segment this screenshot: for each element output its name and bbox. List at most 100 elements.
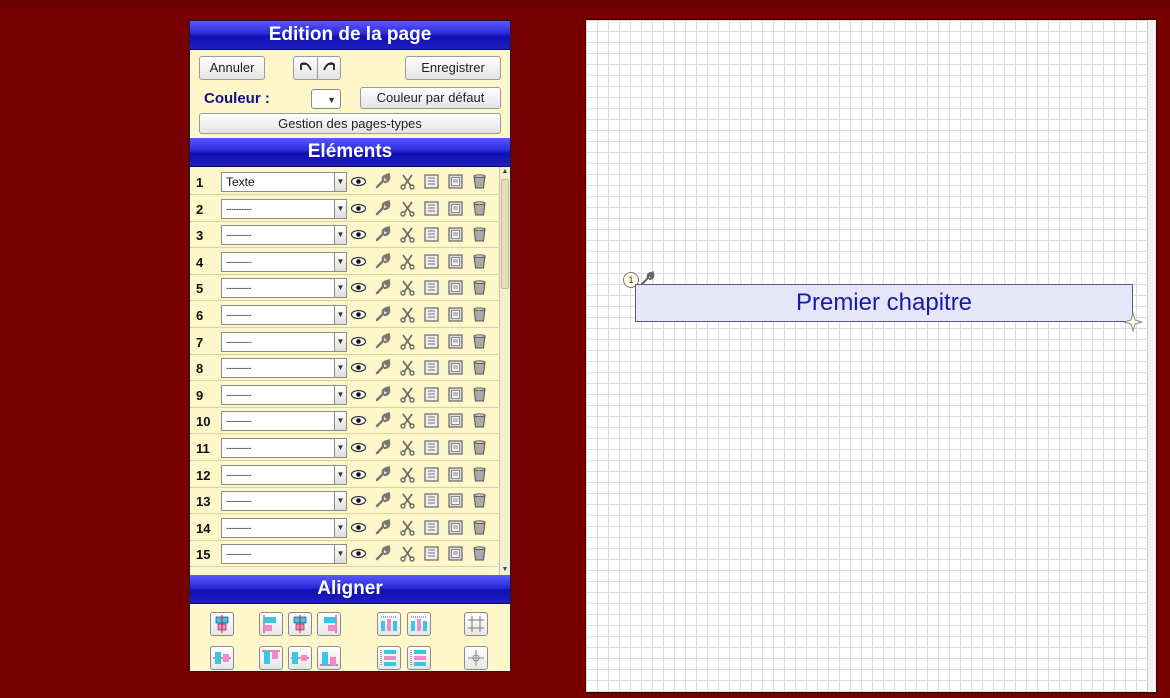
- crosshair-icon[interactable]: [464, 646, 488, 670]
- copy-icon[interactable]: [423, 519, 440, 536]
- eye-icon[interactable]: [350, 279, 367, 296]
- copy-icon[interactable]: [423, 173, 440, 190]
- chevron-down-icon[interactable]: ▼: [335, 411, 347, 432]
- scissors-icon[interactable]: [399, 306, 416, 323]
- resize-handle-icon[interactable]: [1122, 311, 1144, 333]
- paste-icon[interactable]: [447, 226, 464, 243]
- paste-icon[interactable]: [447, 200, 464, 217]
- wrench-icon[interactable]: [374, 277, 391, 296]
- element-type-select[interactable]: ----------: [221, 198, 335, 219]
- copy-icon[interactable]: [423, 279, 440, 296]
- eye-icon[interactable]: [350, 226, 367, 243]
- align-middle-icon[interactable]: [210, 646, 234, 670]
- paste-icon[interactable]: [447, 333, 464, 350]
- distribute-v-alt-icon[interactable]: [407, 646, 431, 670]
- align-center-v-icon[interactable]: [288, 646, 312, 670]
- trash-icon[interactable]: [471, 492, 488, 509]
- trash-icon[interactable]: [471, 466, 488, 483]
- paste-icon[interactable]: [447, 359, 464, 376]
- scissors-icon[interactable]: [399, 279, 416, 297]
- trash-icon[interactable]: [471, 253, 488, 270]
- wrench-icon[interactable]: [374, 410, 391, 429]
- eye-icon[interactable]: [350, 492, 367, 509]
- trash-icon[interactable]: [471, 412, 488, 429]
- align-bottom-icon[interactable]: [317, 646, 341, 670]
- eye-icon[interactable]: [350, 333, 367, 350]
- element-type-select[interactable]: ----------: [221, 438, 335, 458]
- paste-icon[interactable]: [447, 306, 464, 323]
- paste-icon[interactable]: [447, 492, 464, 509]
- paste-icon[interactable]: [447, 519, 464, 536]
- element-type-select[interactable]: ----------: [221, 305, 335, 325]
- chevron-down-icon[interactable]: ▼: [335, 278, 347, 299]
- page-types-button[interactable]: Gestion des pages-types: [199, 113, 501, 134]
- scissors-icon[interactable]: [399, 226, 416, 243]
- paste-icon[interactable]: [447, 545, 464, 562]
- scroll-thumb[interactable]: [501, 179, 509, 289]
- element-type-select[interactable]: ----------: [221, 225, 335, 246]
- canvas-scrollbar[interactable]: [1147, 20, 1156, 692]
- wrench-icon[interactable]: [374, 437, 391, 456]
- trash-icon[interactable]: [471, 173, 488, 190]
- cancel-button[interactable]: Annuler: [199, 56, 265, 80]
- chevron-down-icon[interactable]: ▼: [335, 331, 347, 352]
- trash-icon[interactable]: [471, 545, 488, 562]
- eye-icon[interactable]: [350, 466, 367, 483]
- page-canvas[interactable]: 1 Premier chapitre: [585, 19, 1157, 693]
- paste-icon[interactable]: [447, 173, 464, 190]
- chevron-down-icon[interactable]: ▼: [335, 438, 347, 458]
- copy-icon[interactable]: [423, 386, 440, 403]
- distribute-h-alt-icon[interactable]: [407, 612, 431, 636]
- eye-icon[interactable]: [350, 200, 367, 217]
- scissors-icon[interactable]: [399, 333, 416, 350]
- element-type-select[interactable]: Texte: [221, 172, 335, 192]
- trash-icon[interactable]: [471, 519, 488, 536]
- paste-icon[interactable]: [447, 412, 464, 429]
- wrench-icon[interactable]: [374, 463, 391, 483]
- scissors-icon[interactable]: [399, 519, 416, 536]
- element-type-select[interactable]: ----------: [221, 331, 335, 352]
- copy-icon[interactable]: [423, 466, 440, 483]
- eye-icon[interactable]: [350, 253, 367, 270]
- copy-icon[interactable]: [423, 359, 440, 376]
- element-type-select[interactable]: ----------: [221, 464, 335, 485]
- distribute-h-icon[interactable]: [377, 612, 401, 636]
- copy-icon[interactable]: [423, 333, 440, 350]
- wrench-icon[interactable]: [374, 490, 391, 509]
- eye-icon[interactable]: [350, 439, 367, 456]
- align-left-icon[interactable]: [259, 612, 283, 636]
- eye-icon[interactable]: [350, 412, 367, 429]
- trash-icon[interactable]: [471, 279, 488, 296]
- element-type-select[interactable]: ----------: [221, 411, 335, 432]
- align-top-icon[interactable]: [210, 612, 234, 636]
- chevron-down-icon[interactable]: ▼: [335, 305, 347, 325]
- scissors-icon[interactable]: [399, 173, 416, 190]
- elements-scrollbar[interactable]: ▲ ▼: [499, 167, 510, 575]
- scissors-icon[interactable]: [399, 545, 416, 563]
- align-top-left-icon[interactable]: [259, 646, 283, 670]
- copy-icon[interactable]: [423, 545, 440, 562]
- paste-icon[interactable]: [447, 439, 464, 456]
- eye-icon[interactable]: [350, 359, 367, 376]
- wrench-icon[interactable]: [374, 543, 391, 562]
- trash-icon[interactable]: [471, 226, 488, 243]
- copy-icon[interactable]: [423, 253, 440, 270]
- chevron-down-icon[interactable]: ▼: [335, 198, 347, 219]
- eye-icon[interactable]: [350, 173, 367, 190]
- eye-icon[interactable]: [350, 545, 367, 562]
- wrench-icon[interactable]: [374, 384, 391, 403]
- default-color-button[interactable]: Couleur par défaut: [360, 87, 501, 109]
- trash-icon[interactable]: [471, 439, 488, 456]
- trash-icon[interactable]: [471, 333, 488, 350]
- trash-icon[interactable]: [471, 200, 488, 217]
- paste-icon[interactable]: [447, 279, 464, 296]
- copy-icon[interactable]: [423, 412, 440, 429]
- scissors-icon[interactable]: [399, 492, 416, 509]
- chevron-down-icon[interactable]: ▼: [335, 517, 347, 538]
- wrench-icon[interactable]: [374, 330, 391, 350]
- copy-icon[interactable]: [423, 439, 440, 456]
- undo-icon[interactable]: [294, 57, 318, 79]
- element-type-select[interactable]: ----------: [221, 491, 335, 512]
- grid-icon[interactable]: [464, 612, 488, 636]
- trash-icon[interactable]: [471, 306, 488, 323]
